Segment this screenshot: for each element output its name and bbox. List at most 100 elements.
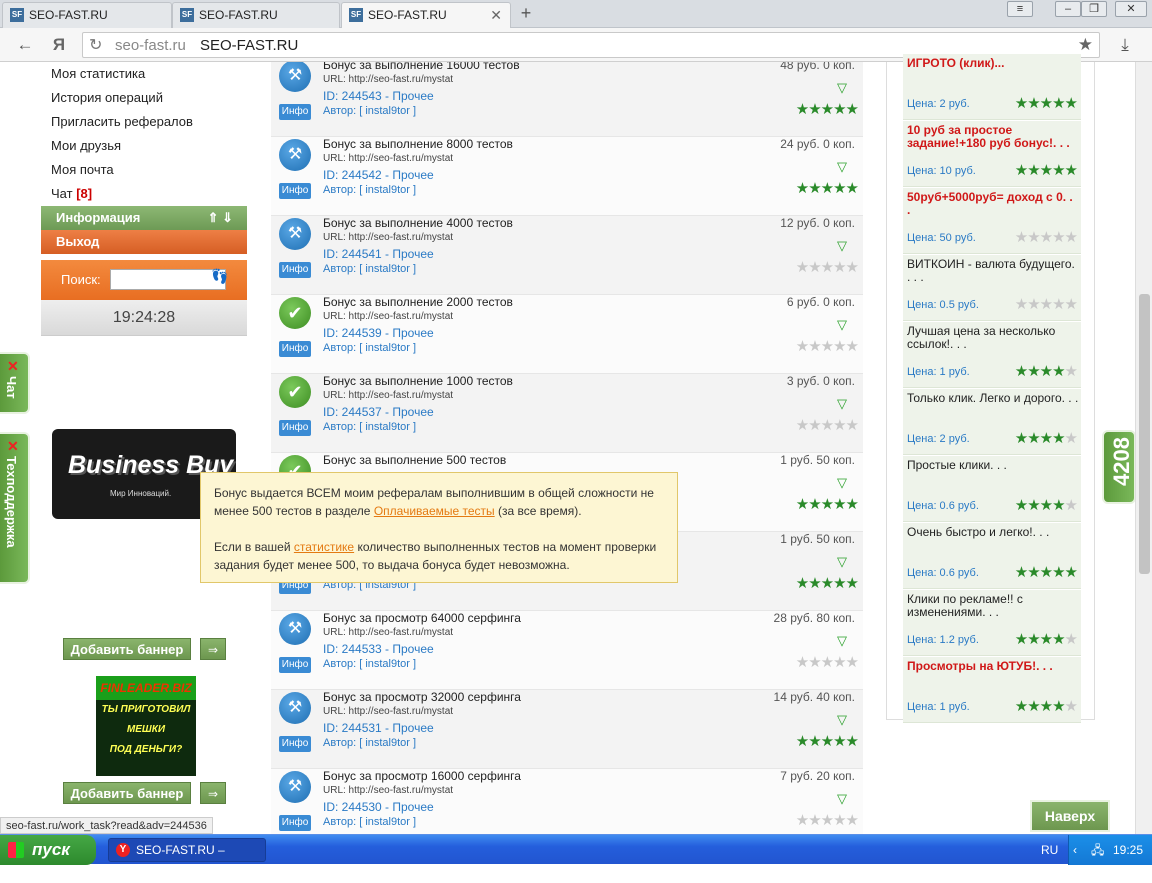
- logout-button[interactable]: Выход: [41, 230, 247, 254]
- menu-icon[interactable]: ≡: [1007, 1, 1033, 17]
- task-author[interactable]: Автор: [ instal9tor ]: [323, 263, 416, 275]
- expand-arrow-icon[interactable]: ▽: [837, 317, 847, 333]
- bookmark-star-icon[interactable]: ★: [1078, 35, 1093, 55]
- ad-text[interactable]: Только клик. Легко и дорого. . .: [907, 392, 1079, 405]
- task-title[interactable]: Бонус за просмотр 16000 серфинга: [323, 769, 521, 783]
- info-button[interactable]: Инфо: [279, 736, 311, 752]
- language-indicator[interactable]: RU: [1041, 835, 1058, 865]
- task-id[interactable]: ID: 244542 - Прочее: [323, 168, 434, 182]
- task-row[interactable]: ✔ Инфо Бонус за выполнение 1000 тестов URL:…: [271, 374, 863, 453]
- close-window-icon[interactable]: ✕: [1115, 1, 1147, 17]
- expand-arrow-icon[interactable]: ▽: [837, 712, 847, 728]
- task-author[interactable]: Автор: [ instal9tor ]: [323, 421, 416, 433]
- info-button[interactable]: Инфо: [279, 183, 311, 199]
- ad-text[interactable]: Простые клики. . .: [907, 459, 1079, 472]
- minimize-icon[interactable]: –: [1055, 1, 1081, 17]
- restore-icon[interactable]: ❐: [1081, 1, 1107, 17]
- add-banner-button[interactable]: Добавить баннер: [63, 782, 191, 804]
- menu-my-mail[interactable]: Моя почта: [41, 158, 247, 182]
- task-row[interactable]: ⚒ Инфо Бонус за выполнение 16000 тестов URL…: [271, 62, 863, 137]
- task-author[interactable]: Автор: [ instal9tor ]: [323, 658, 416, 670]
- info-button[interactable]: Инфо: [279, 815, 311, 831]
- task-author[interactable]: Автор: [ instal9tor ]: [323, 184, 416, 196]
- paid-tests-link[interactable]: Оплачиваемые тесты: [374, 504, 495, 518]
- page-scrollbar[interactable]: [1135, 62, 1152, 834]
- scroll-to-top-button[interactable]: Наверх: [1030, 800, 1110, 832]
- close-tab-icon[interactable]: ✕: [490, 3, 502, 27]
- ad-text[interactable]: Клики по рекламе!! с изменениями. . .: [907, 593, 1079, 619]
- task-author[interactable]: Автор: [ instal9tor ]: [323, 342, 416, 354]
- browser-tab-1[interactable]: SF SEO-FAST.RU: [2, 2, 172, 28]
- ad-item[interactable]: Клики по рекламе!! с изменениями. . . Цен…: [903, 590, 1081, 656]
- task-id[interactable]: ID: 244543 - Прочее: [323, 89, 434, 103]
- ad-item[interactable]: 10 руб за простое задание!+180 руб бонус…: [903, 121, 1081, 187]
- menu-invite-referrals[interactable]: Пригласить рефералов: [41, 110, 247, 134]
- taskbar-window-item[interactable]: Y SEO-FAST.RU – Yandex: [108, 838, 266, 879]
- ad-item[interactable]: ИГРОТО (клик)... Цена: 2 руб. ★★★★★: [903, 54, 1081, 120]
- ad-text[interactable]: Просмотры на ЮТУБ!. . .: [907, 660, 1079, 673]
- expand-arrow-icon[interactable]: ▽: [837, 238, 847, 254]
- ad-text[interactable]: Очень быстро и легко!. . .: [907, 526, 1079, 539]
- browser-tab-3-active[interactable]: SF SEO-FAST.RU ✕: [341, 2, 511, 29]
- task-row[interactable]: ⚒ Инфо Бонус за просмотр 64000 серфинга URL…: [271, 611, 863, 690]
- task-title[interactable]: Бонус за выполнение 1000 тестов: [323, 374, 513, 388]
- expand-arrow-icon[interactable]: ▽: [837, 475, 847, 491]
- task-title[interactable]: Бонус за выполнение 500 тестов: [323, 453, 506, 467]
- info-section-header[interactable]: Информация ⇑ ⇓: [41, 206, 247, 230]
- next-arrow-button[interactable]: ⇒: [200, 638, 226, 660]
- ad-text[interactable]: ИГРОТО (клик)...: [907, 57, 1079, 70]
- task-title[interactable]: Бонус за просмотр 64000 серфинга: [323, 611, 521, 625]
- new-tab-button[interactable]: +: [514, 3, 538, 25]
- task-title[interactable]: Бонус за просмотр 32000 серфинга: [323, 690, 521, 704]
- ad-item[interactable]: ВИТКОИН - валюта будущего. . . . Цена: 0.…: [903, 255, 1081, 321]
- ad-item[interactable]: 50руб+5000руб= доход с 0. . . Цена: 50 ру…: [903, 188, 1081, 254]
- task-id[interactable]: ID: 244539 - Прочее: [323, 326, 434, 340]
- browser-tab-2[interactable]: SF SEO-FAST.RU: [172, 2, 340, 28]
- back-arrow-icon[interactable]: ←: [14, 34, 36, 56]
- menu-my-stats[interactable]: Моя статистика: [41, 62, 247, 86]
- support-side-tab[interactable]: ✕ Техподдержка: [0, 432, 30, 584]
- ad-item[interactable]: Просмотры на ЮТУБ!. . . Цена: 1 руб. ★★★★★: [903, 657, 1081, 723]
- task-id[interactable]: ID: 244533 - Прочее: [323, 642, 434, 656]
- info-button[interactable]: Инфо: [279, 262, 311, 278]
- task-row[interactable]: ⚒ Инфо Бонус за просмотр 16000 серфинга URL…: [271, 769, 863, 834]
- expand-arrow-icon[interactable]: ▽: [837, 159, 847, 175]
- task-row[interactable]: ⚒ Инфо Бонус за просмотр 32000 серфинга URL…: [271, 690, 863, 769]
- search-input[interactable]: [110, 269, 226, 290]
- ad-text[interactable]: ВИТКОИН - валюта будущего. . . .: [907, 258, 1079, 284]
- ad-text[interactable]: 10 руб за простое задание!+180 руб бонус…: [907, 124, 1079, 150]
- next-arrow-button[interactable]: ⇒: [200, 782, 226, 804]
- expand-arrow-icon[interactable]: ▽: [837, 633, 847, 649]
- task-title[interactable]: Бонус за выполнение 16000 тестов: [323, 62, 520, 72]
- ad-text[interactable]: 50руб+5000руб= доход с 0. . .: [907, 191, 1079, 217]
- refresh-icon[interactable]: ↻: [89, 35, 102, 55]
- menu-operations-history[interactable]: История операций: [41, 86, 247, 110]
- download-icon[interactable]: ⤓: [1114, 34, 1136, 56]
- expand-arrow-icon[interactable]: ▽: [837, 791, 847, 807]
- ad-text[interactable]: Лучшая цена за несколько ссылок!. . .: [907, 325, 1079, 351]
- task-row[interactable]: ⚒ Инфо Бонус за выполнение 4000 тестов URL:…: [271, 216, 863, 295]
- scrollbar-thumb[interactable]: [1139, 294, 1150, 574]
- info-button[interactable]: Инфо: [279, 657, 311, 673]
- task-author[interactable]: Автор: [ instal9tor ]: [323, 105, 416, 117]
- finleader-banner[interactable]: FINLEADER.BIZ ТЫ ПРИГОТОВИЛ МЕШКИ ПОД ДЕ…: [96, 676, 196, 776]
- online-counter-badge[interactable]: 4208: [1102, 430, 1136, 504]
- footprints-search-icon[interactable]: 👣: [211, 268, 231, 285]
- task-row[interactable]: ✔ Инфо Бонус за выполнение 2000 тестов URL:…: [271, 295, 863, 374]
- task-id[interactable]: ID: 244537 - Прочее: [323, 405, 434, 419]
- task-author[interactable]: Автор: [ instal9tor ]: [323, 737, 416, 749]
- info-button[interactable]: Инфо: [279, 341, 311, 357]
- info-button[interactable]: Инфо: [279, 104, 311, 120]
- task-title[interactable]: Бонус за выполнение 2000 тестов: [323, 295, 513, 309]
- ad-item[interactable]: Очень быстро и легко!. . . Цена: 0.6 руб.…: [903, 523, 1081, 589]
- ad-item[interactable]: Простые клики. . . Цена: 0.6 руб. ★★★★★: [903, 456, 1081, 522]
- menu-chat[interactable]: Чат [8]: [41, 182, 247, 206]
- task-id[interactable]: ID: 244531 - Прочее: [323, 721, 434, 735]
- ad-item[interactable]: Лучшая цена за несколько ссылок!. . . Цен…: [903, 322, 1081, 388]
- network-icon[interactable]: 🖧: [1091, 835, 1104, 865]
- chat-side-tab[interactable]: ✕ Чат: [0, 352, 30, 414]
- statistics-link[interactable]: статистике: [294, 540, 354, 554]
- start-button[interactable]: пуск: [0, 835, 96, 865]
- close-icon[interactable]: ✕: [7, 438, 19, 455]
- task-title[interactable]: Бонус за выполнение 8000 тестов: [323, 137, 513, 151]
